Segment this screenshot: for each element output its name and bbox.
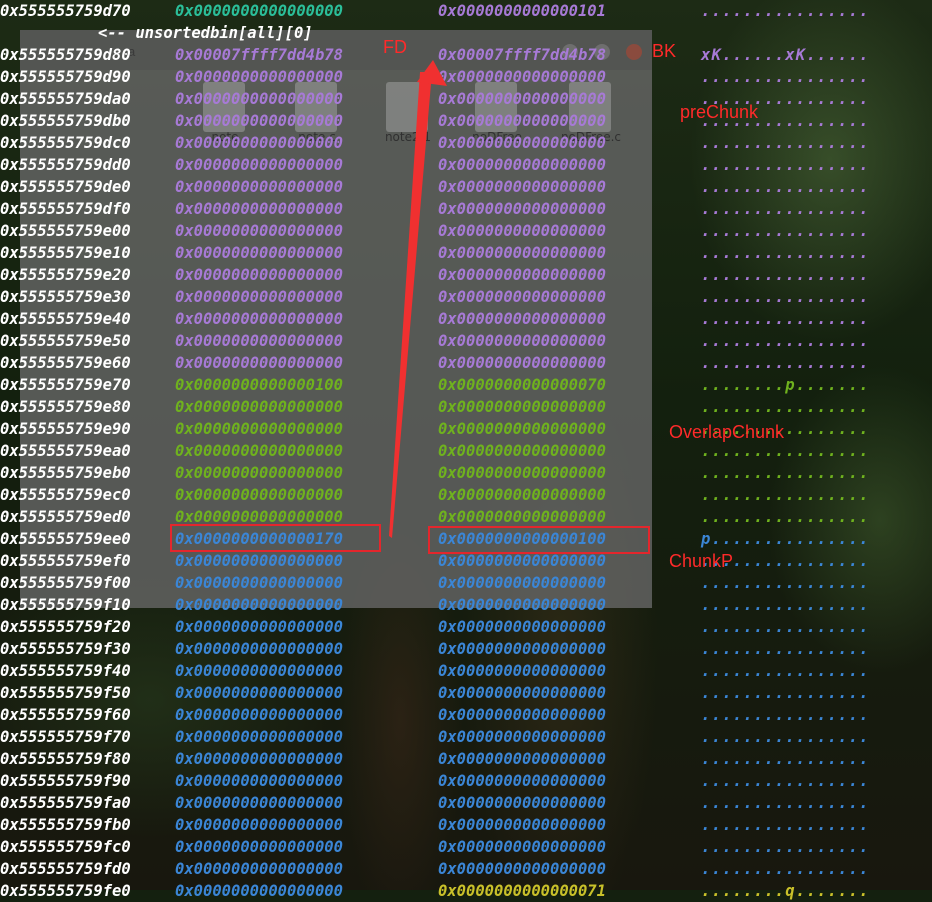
chunk-p-label: ChunkP (669, 551, 734, 571)
overlap-chunk-label: OverlapChunk (669, 422, 785, 442)
arrow-shaft (389, 72, 432, 538)
pre-chunk-label: preChunk (680, 102, 759, 122)
fd-arrow (389, 60, 447, 538)
bk-label: BK (652, 41, 677, 61)
fd-label: FD (383, 37, 407, 57)
